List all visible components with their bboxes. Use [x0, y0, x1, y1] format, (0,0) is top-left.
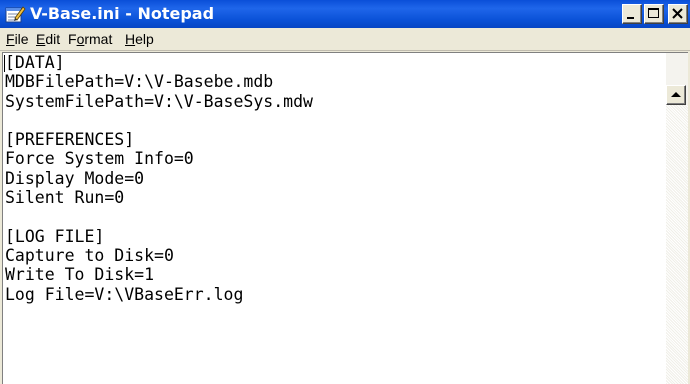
minimize-icon [627, 17, 634, 19]
vertical-scrollbar[interactable] [666, 53, 688, 384]
menu-help-accel: H [125, 31, 136, 47]
notepad-icon[interactable] [4, 4, 26, 24]
menu-format[interactable]: Format [66, 30, 114, 48]
close-icon [672, 8, 683, 19]
scroll-up-arrow-icon [671, 92, 681, 97]
menu-file-rest: ile [14, 31, 29, 47]
text-editor[interactable]: [DATA] MDBFilePath=V:\V-Basebe.mdb Syste… [2, 52, 688, 384]
menu-format-pre: F [68, 31, 77, 47]
menu-format-rest: rmat [84, 31, 113, 47]
menu-edit[interactable]: Edit [34, 30, 62, 48]
scroll-up-button[interactable] [666, 85, 686, 105]
menu-file-accel: F [6, 31, 15, 47]
menu-edit-accel: E [36, 31, 46, 47]
maximize-icon [648, 8, 659, 18]
notepad-window: V-Base.ini - Notepad File Edit Format He… [0, 0, 690, 384]
window-title: V-Base.ini - Notepad [30, 4, 215, 23]
scroll-track[interactable] [666, 105, 688, 384]
close-button[interactable] [668, 4, 688, 24]
title-bar[interactable]: V-Base.ini - Notepad [0, 0, 690, 28]
menu-edit-rest: dit [45, 31, 61, 47]
menu-bar: File Edit Format Help [0, 28, 690, 51]
maximize-button[interactable] [644, 4, 664, 24]
menu-help-rest: elp [135, 31, 154, 47]
menu-file[interactable]: File [4, 30, 31, 48]
editor-content[interactable]: [DATA] MDBFilePath=V:\V-Basebe.mdb Syste… [5, 53, 313, 304]
minimize-button[interactable] [622, 4, 642, 24]
menu-help[interactable]: Help [123, 30, 156, 48]
